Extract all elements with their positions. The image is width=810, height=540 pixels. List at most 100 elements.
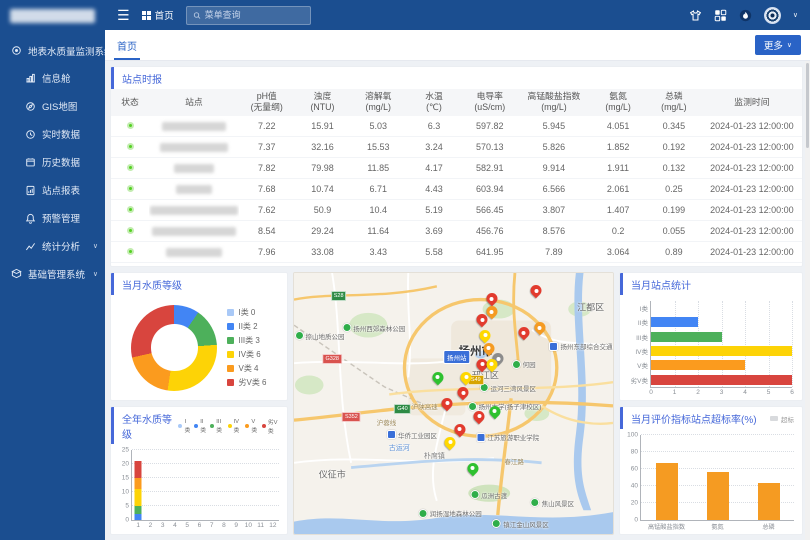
table-row[interactable]: 7.2215.915.036.3597.825.9454.0510.345202… xyxy=(111,116,802,137)
legend-item[interactable]: I类 xyxy=(178,417,190,435)
map-poi[interactable]: 捺山地质公园 xyxy=(295,331,345,341)
theme-icon[interactable] xyxy=(689,9,702,22)
table-row[interactable]: 7.3732.1615.533.24570.135.8261.8520.1922… xyxy=(111,137,802,158)
sidebar-item-预警管理[interactable]: 预警管理 xyxy=(0,204,105,232)
search-input[interactable] xyxy=(205,10,304,20)
station-map-pin-red[interactable] xyxy=(531,285,542,296)
table-cell: 0.192 xyxy=(646,137,702,158)
sidebar-item-GIS地图[interactable]: GIS地图 xyxy=(0,92,105,120)
map-poi[interactable]: 何园 xyxy=(512,359,536,369)
map-poi[interactable]: 润扬湿地森林公园 xyxy=(419,508,482,518)
status-dot xyxy=(127,185,134,192)
table-cell: 0.25 xyxy=(646,179,702,200)
menu-search[interactable] xyxy=(186,6,311,25)
menu-icon[interactable]: ☰ xyxy=(117,8,130,22)
station-map-pin-red[interactable] xyxy=(458,387,469,398)
more-button[interactable]: 更多 ∨ xyxy=(755,35,801,55)
screens-icon[interactable] xyxy=(714,9,727,22)
table-cell: 597.82 xyxy=(462,116,518,137)
legend-item[interactable]: III类 3 xyxy=(227,335,266,346)
home-link[interactable]: 首页 xyxy=(142,8,174,22)
sidebar-section-base-system[interactable]: 基础管理系统 ∨ xyxy=(0,260,105,287)
station-name-redacted xyxy=(176,185,212,194)
legend-item[interactable]: II类 xyxy=(194,417,206,435)
sidebar-item-label: 预警管理 xyxy=(42,211,80,225)
table-cell: 456.76 xyxy=(462,221,518,242)
map-poi[interactable]: 运河三湾风景区 xyxy=(479,383,536,393)
sidebar-item-实时数据[interactable]: 实时数据 xyxy=(0,120,105,148)
tab-home[interactable]: 首页 xyxy=(114,31,140,60)
sidebar-item-站点报表[interactable]: 站点报表 xyxy=(0,176,105,204)
table-cell: 11.64 xyxy=(350,221,406,242)
table-row[interactable]: 7.6250.910.45.19566.453.8071.4070.199202… xyxy=(111,200,802,221)
station-map-pin-red[interactable] xyxy=(518,327,529,338)
legend-item[interactable]: II类 2 xyxy=(227,321,266,332)
realtime-data-icon xyxy=(24,128,37,141)
station-map-pin-red[interactable] xyxy=(442,398,453,409)
station-name-redacted xyxy=(162,122,226,131)
station-report-panel: 站点时报 状态站点pH值(无量纲)浊度(NTU)溶解氧(mg/L)水温(℃)电导… xyxy=(110,66,803,267)
bar xyxy=(651,375,792,385)
table-cell: 566.45 xyxy=(462,200,518,221)
sidebar-section-label: 地表水质量监测系统 xyxy=(28,44,114,58)
status-dot xyxy=(127,122,134,129)
table-cell: 8.576 xyxy=(518,221,591,242)
station-map-pin-red[interactable] xyxy=(477,314,488,325)
sidebar-item-历史数据[interactable]: 历史数据 xyxy=(0,148,105,176)
station-map-pin-red[interactable] xyxy=(474,411,485,422)
legend-item[interactable]: 劣V类 6 xyxy=(227,377,266,388)
map-poi[interactable]: 扬州东部综合交通中心 xyxy=(549,341,614,351)
station-map-pin-orange[interactable] xyxy=(483,343,494,354)
station-map-pin-red[interactable] xyxy=(486,293,497,304)
station-map-pin-green[interactable] xyxy=(432,372,443,383)
map-poi[interactable]: 扬州西郊森林公园 xyxy=(342,323,405,333)
map-label: 沪陕高速 xyxy=(412,401,438,411)
legend-item[interactable]: V类 xyxy=(245,417,258,435)
station-map-pin-yellow[interactable] xyxy=(461,372,472,383)
table-cell: 3.064 xyxy=(590,242,646,263)
map-poi[interactable]: 华侨工业园区 xyxy=(387,430,437,440)
station-map-pin-yellow[interactable] xyxy=(480,330,491,341)
main-area: ☰ 首页 ∨ 首页 更多 ∨ xyxy=(105,0,810,540)
status-dot xyxy=(127,206,134,213)
legend-item[interactable]: IV类 xyxy=(228,417,242,435)
station-map-pin-green[interactable] xyxy=(489,406,500,417)
legend-item[interactable]: I类 0 xyxy=(227,307,266,318)
table-cell: 3.24 xyxy=(406,137,462,158)
station-map-pin-red[interactable] xyxy=(454,424,465,435)
table-cell: 2024-01-23 12:00:00 xyxy=(702,242,802,263)
map-poi[interactable]: 江苏旅游职业学院 xyxy=(476,432,539,442)
map-poi[interactable]: 扬州站 xyxy=(443,350,471,364)
table-row[interactable]: 7.9633.083.435.58641.957.893.0640.892024… xyxy=(111,242,802,263)
map-poi[interactable]: 瓜洲古渡 xyxy=(470,490,507,500)
sidebar-item-统计分析[interactable]: 统计分析∨ xyxy=(0,232,105,260)
table-cell: 5.58 xyxy=(406,242,462,263)
legend-item[interactable]: 劣V类 xyxy=(262,417,279,435)
stacked-bar-segment xyxy=(135,489,142,506)
sidebar-item-label: 实时数据 xyxy=(42,127,80,141)
map-poi[interactable]: 焦山风景区 xyxy=(531,498,575,508)
table-row[interactable]: 7.8279.9811.854.17582.919.9141.9110.1322… xyxy=(111,158,802,179)
station-map-pin-orange[interactable] xyxy=(534,322,545,333)
caret-down-icon[interactable]: ∨ xyxy=(793,11,798,19)
gis-map[interactable]: 扬州市邗江区江都区仪征市朴席镇古运河沪陕高速沪蓉线春江路扬州西郊森林公园捺山地质… xyxy=(293,272,614,535)
legend-item[interactable]: IV类 6 xyxy=(227,349,266,360)
sidebar-item-信息舱[interactable]: 信息舱 xyxy=(0,64,105,92)
table-cell: 3.43 xyxy=(350,242,406,263)
table-row[interactable]: 7.6810.746.714.43603.946.5662.0610.25202… xyxy=(111,179,802,200)
legend-item[interactable]: III类 xyxy=(210,417,223,435)
station-map-pin-green[interactable] xyxy=(467,463,478,474)
flame-icon[interactable] xyxy=(739,9,752,22)
sidebar-section-monitor-system[interactable]: 地表水质量监测系统 ∧ xyxy=(0,37,105,64)
page-scrollbar[interactable] xyxy=(805,61,810,540)
station-map-pin-yellow[interactable] xyxy=(445,437,456,448)
map-poi[interactable]: 镇江金山风景区 xyxy=(492,519,549,529)
chevron-down-icon: ∨ xyxy=(93,242,98,250)
avatar[interactable] xyxy=(764,7,781,24)
station-map-pin-yellow[interactable] xyxy=(486,359,497,370)
legend-item[interactable]: V类 4 xyxy=(227,363,266,374)
table-row[interactable]: 8.5429.2411.643.69456.768.5760.20.055202… xyxy=(111,221,802,242)
station-map-pin-orange[interactable] xyxy=(486,306,497,317)
station-name-redacted xyxy=(160,143,228,152)
table-cell: 7.62 xyxy=(239,200,295,221)
